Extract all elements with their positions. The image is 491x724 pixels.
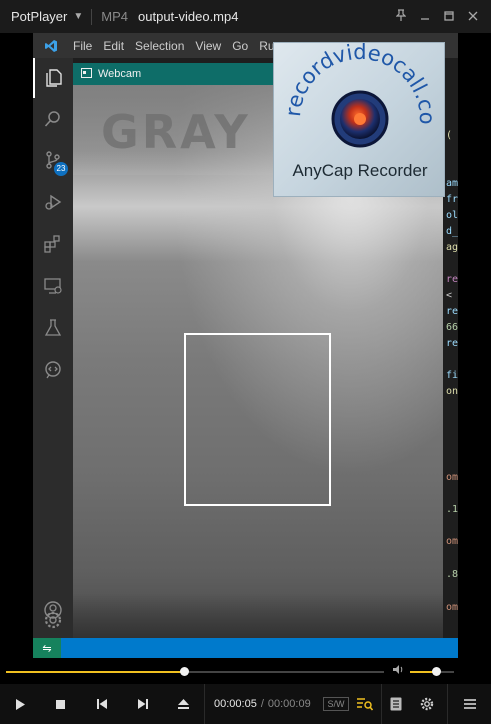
stop-icon xyxy=(56,699,65,709)
code-line: < xyxy=(446,290,453,301)
file-format: MP4 xyxy=(101,9,129,24)
code-line: .8 xyxy=(446,569,458,580)
search-icon xyxy=(33,99,73,139)
seek-area xyxy=(0,658,491,684)
title-bar: PotPlayer ▼ MP4 output-video.mp4 xyxy=(0,0,491,33)
code-line: om xyxy=(446,536,458,547)
code-line: re xyxy=(446,306,458,317)
code-line: re xyxy=(446,338,458,349)
gear-icon xyxy=(420,697,434,711)
volume-icon[interactable] xyxy=(392,664,404,678)
window-controls xyxy=(389,0,485,33)
camera-lens-dot xyxy=(354,113,366,125)
sw-toggle[interactable]: S/W xyxy=(323,697,349,711)
code-line: fr xyxy=(446,194,458,205)
code-line: d_ xyxy=(446,226,458,237)
preferences-button[interactable] xyxy=(414,684,440,724)
testing-icon xyxy=(33,308,73,348)
subtitle-button[interactable] xyxy=(383,684,409,724)
previous-button[interactable] xyxy=(81,684,122,724)
time-display: 00:00:05 / 00:00:09 xyxy=(214,684,311,724)
previous-icon xyxy=(96,699,107,709)
live-share-icon xyxy=(33,350,73,390)
remote-explorer-icon xyxy=(33,266,73,306)
app-menu-button[interactable]: PotPlayer ▼ xyxy=(0,0,91,33)
close-icon[interactable] xyxy=(461,10,485,24)
camera-overlay-text: GRAY xyxy=(101,105,251,159)
explorer-icon xyxy=(33,58,73,98)
seek-handle[interactable] xyxy=(179,667,189,676)
total-time: 00:00:09 xyxy=(267,698,311,710)
source-control-badge: 23 xyxy=(54,162,68,176)
volume-handle[interactable] xyxy=(432,667,442,676)
minimize-icon[interactable] xyxy=(413,10,437,24)
remote-indicator-icon: ⇋ xyxy=(33,638,61,658)
seek-track[interactable] xyxy=(6,671,384,673)
file-name: output-video.mp4 xyxy=(138,9,239,24)
anycap-logo: recordvideocall.com xyxy=(264,33,439,148)
app-name: PotPlayer xyxy=(11,9,68,24)
next-icon xyxy=(137,699,148,709)
potplayer-window: PotPlayer ▼ MP4 output-video.mp4 File Ed… xyxy=(0,0,491,724)
vscode-logo-icon xyxy=(33,39,69,53)
settings-gear-icon xyxy=(33,605,73,635)
code-line: ag xyxy=(446,242,458,253)
eject-icon xyxy=(178,699,189,709)
menu-view: View xyxy=(195,38,222,53)
main-menu-button[interactable] xyxy=(456,684,484,724)
vscode-status-bar: ⇋ xyxy=(33,638,458,658)
anycap-label: AnyCap Recorder xyxy=(292,161,428,180)
code-line: re xyxy=(446,274,458,285)
code-line: on xyxy=(446,386,458,397)
pin-icon[interactable] xyxy=(389,9,413,24)
playlist-search-button[interactable] xyxy=(352,684,378,724)
current-time: 00:00:05 xyxy=(214,698,257,710)
extensions-icon xyxy=(33,224,73,264)
play-button[interactable] xyxy=(0,684,40,724)
play-icon xyxy=(16,698,25,710)
menu-edit: Edit xyxy=(103,38,125,53)
stop-button[interactable] xyxy=(40,684,81,724)
code-line: 66 xyxy=(446,322,458,333)
control-bar: 00:00:05 / 00:00:09 S/W xyxy=(0,684,491,724)
vscode-activity-bar: 23 xyxy=(33,58,73,638)
next-button[interactable] xyxy=(122,684,163,724)
code-line: am xyxy=(446,178,458,189)
control-divider xyxy=(204,684,205,724)
seek-fill xyxy=(6,671,184,673)
time-separator: / xyxy=(260,698,264,710)
code-line: .1 xyxy=(446,504,458,515)
code-line: ol xyxy=(446,210,458,221)
hamburger-icon xyxy=(464,699,476,709)
menu-selection: Selection xyxy=(135,38,185,53)
code-line: om xyxy=(446,602,458,613)
maximize-icon[interactable] xyxy=(437,10,461,24)
video-viewport[interactable]: File Edit Selection View Go Run 23 (am … xyxy=(33,33,458,658)
control-divider xyxy=(447,684,448,724)
anycap-watermark: recordvideocall.com AnyCap Recorder xyxy=(264,33,445,197)
control-divider xyxy=(381,684,382,724)
detection-box xyxy=(184,333,331,506)
document-icon xyxy=(390,697,402,711)
run-debug-icon xyxy=(33,182,73,222)
playlist-search-icon xyxy=(357,698,373,711)
menu-file: File xyxy=(73,38,93,53)
webcam-title: Webcam xyxy=(98,68,142,80)
eject-button[interactable] xyxy=(163,684,204,724)
camera-shadow xyxy=(73,593,443,638)
chevron-down-icon: ▼ xyxy=(73,11,84,22)
code-line: om xyxy=(446,472,458,483)
menu-go: Go xyxy=(232,38,249,53)
window-app-icon xyxy=(81,67,92,81)
code-line: fi xyxy=(446,370,458,381)
source-control-icon: 23 xyxy=(33,140,73,180)
code-line: ( xyxy=(446,130,453,141)
